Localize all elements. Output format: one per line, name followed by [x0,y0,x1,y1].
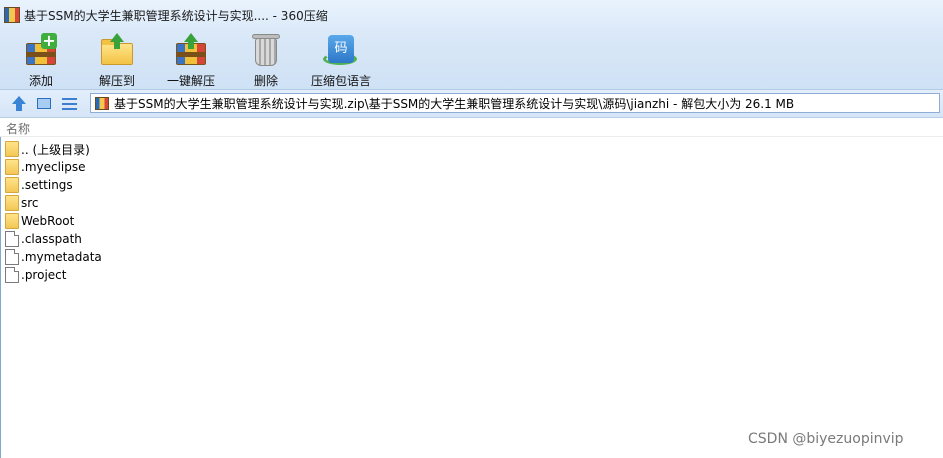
list-item[interactable]: .settings [0,176,943,194]
file-name: WebRoot [21,214,75,228]
list-item[interactable]: .. (上级目录) [0,140,943,158]
file-icon [5,249,19,265]
delete-button-label: 删除 [253,74,278,88]
path-text: 基于SSM的大学生兼职管理系统设计与实现.zip\基于SSM的大学生兼职管理系统… [114,96,795,111]
address-bar: 基于SSM的大学生兼职管理系统设计与实现.zip\基于SSM的大学生兼职管理系统… [0,90,943,118]
file-list: .. (上级目录) .myeclipse .settings src WebRo… [0,140,943,284]
language-glyph: 码 [328,35,354,63]
delete-button[interactable]: 删除 [231,30,301,89]
folder-icon [5,213,19,229]
add-archive-icon: + [23,33,59,67]
file-name: .classpath [21,232,82,246]
one-click-extract-button-label: 一键解压 [166,74,215,88]
folder-icon [5,141,19,157]
file-name: .settings [21,178,73,192]
list-header: 名称 [0,118,943,137]
extract-to-button-label: 解压到 [98,74,135,88]
file-name: .mymetadata [21,250,102,264]
file-name: .myeclipse [21,160,86,174]
window-title: 基于SSM的大学生兼职管理系统设计与实现.... - 360压缩 [24,8,328,23]
up-arrow-icon[interactable] [10,95,28,113]
file-name: .project [21,268,67,282]
one-click-extract-icon [173,33,209,67]
title-bar: 基于SSM的大学生兼职管理系统设计与实现.... - 360压缩 [0,0,943,30]
one-click-extract-button[interactable]: 一键解压 [156,30,226,89]
archive-language-button[interactable]: 码 压缩包语言 [306,30,376,89]
column-header-name[interactable]: 名称 [6,120,30,137]
thumbnail-view-icon[interactable] [36,95,54,113]
list-item[interactable]: .mymetadata [0,248,943,266]
archive-language-icon: 码 [323,33,359,67]
path-field[interactable]: 基于SSM的大学生兼职管理系统设计与实现.zip\基于SSM的大学生兼职管理系统… [90,93,940,113]
file-name: .. (上级目录) [21,142,90,157]
folder-icon [5,159,19,175]
file-icon [5,231,19,247]
file-icon [5,267,19,283]
app-icon [4,7,20,23]
delete-bin-icon [248,33,284,67]
add-button-label: 添加 [28,74,53,88]
extract-to-button[interactable]: 解压到 [82,30,152,89]
toolbar: + 添加 解压到 一键解压 删除 码 压缩包语言 [0,30,943,90]
list-item[interactable]: .classpath [0,230,943,248]
list-item[interactable]: .project [0,266,943,284]
folder-icon [5,195,19,211]
watermark: CSDN @biyezuopinvip [748,431,904,447]
list-item[interactable]: src [0,194,943,212]
add-button[interactable]: + 添加 [6,30,76,89]
archive-icon [95,96,109,110]
archive-language-button-label: 压缩包语言 [310,74,371,88]
list-item[interactable]: WebRoot [0,212,943,230]
list-view-icon[interactable] [61,95,79,113]
file-name: src [21,196,39,210]
folder-icon [5,177,19,193]
extract-to-icon [99,33,135,67]
list-item[interactable]: .myeclipse [0,158,943,176]
